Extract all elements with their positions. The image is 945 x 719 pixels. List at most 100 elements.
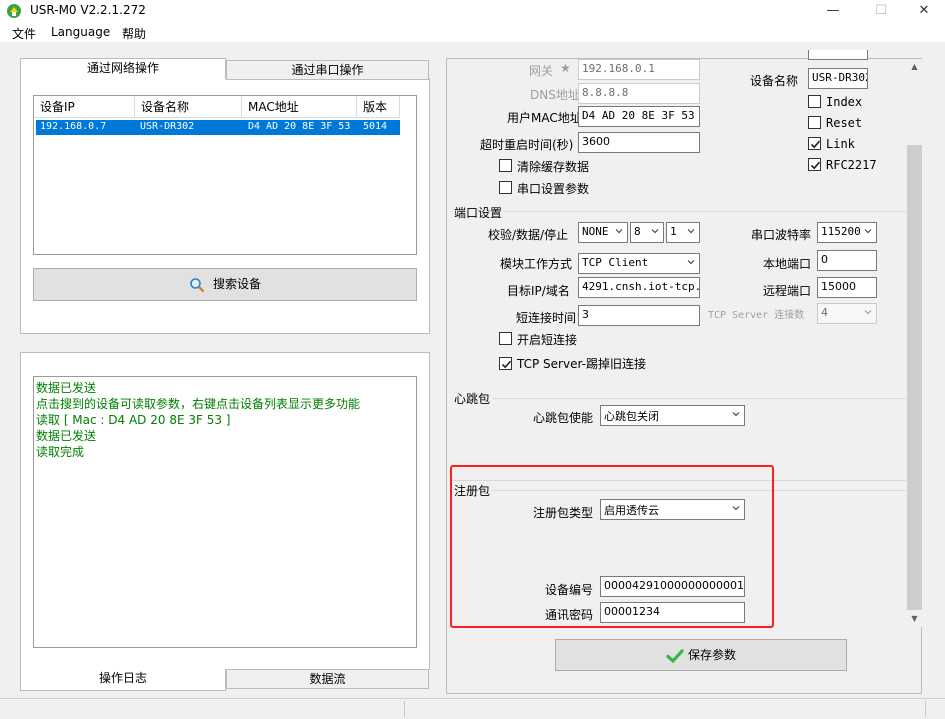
log-line: 读取完成 bbox=[36, 445, 85, 459]
status-divider bbox=[925, 701, 926, 717]
chevron-down-icon bbox=[615, 229, 623, 234]
app-logo-icon bbox=[7, 4, 21, 18]
column-header-name[interactable]: 设备名称 bbox=[135, 96, 242, 118]
status-bar bbox=[0, 698, 945, 719]
table-row[interactable]: 192.168.0.7 USR-DR302 D4 AD 20 8E 3F 53 … bbox=[36, 120, 400, 135]
chevron-down-icon bbox=[687, 260, 695, 265]
hidden-field-top bbox=[808, 50, 868, 60]
device-name-label: 设备名称 bbox=[750, 74, 799, 88]
link-checkbox[interactable] bbox=[808, 137, 821, 150]
search-icon bbox=[190, 277, 205, 292]
log-line: 读取 [ Mac : D4 AD 20 8E 3F 53 ] bbox=[36, 413, 231, 427]
search-device-button[interactable]: 搜索设备 bbox=[33, 268, 417, 301]
user-mac-label: 用户MAC地址 bbox=[507, 111, 582, 125]
heartbeat-value: 心跳包关闭 bbox=[604, 410, 659, 423]
minimize-button[interactable]: — bbox=[810, 0, 856, 22]
heartbeat-group-title: 心跳包 bbox=[452, 390, 493, 407]
save-params-label: 保存参数 bbox=[687, 648, 736, 662]
scroll-thumb[interactable] bbox=[907, 145, 922, 610]
tab-operation-log[interactable]: 操作日志 bbox=[20, 669, 226, 691]
menu-file[interactable]: 文件 bbox=[12, 25, 36, 42]
device-name-field[interactable]: USR-DR302 bbox=[808, 68, 868, 89]
chevron-down-icon bbox=[864, 310, 872, 315]
baud-label: 串口波特率 bbox=[751, 228, 812, 242]
menu-help[interactable]: 帮助 bbox=[122, 25, 146, 42]
rfc2217-label: RFC2217 bbox=[826, 158, 877, 172]
reset-label: Reset bbox=[826, 116, 863, 130]
log-line: 数据已发送 bbox=[36, 381, 97, 395]
databits-select[interactable]: 8 bbox=[630, 222, 664, 243]
target-label: 目标IP/域名 bbox=[507, 284, 570, 298]
close-button[interactable]: ✕ bbox=[901, 0, 945, 22]
maximize-button[interactable]: ☐ bbox=[858, 0, 904, 22]
check-icon bbox=[810, 161, 821, 170]
server-conn-select[interactable]: 4 bbox=[817, 303, 877, 324]
clear-cache-label: 清除缓存数据 bbox=[517, 160, 590, 174]
target-field[interactable]: 4291.cnsh.iot-tcp.c bbox=[578, 277, 700, 298]
enable-short-label: 开启短连接 bbox=[517, 333, 578, 347]
device-name: USR-DR302 bbox=[140, 121, 195, 132]
gateway-field[interactable]: 192.168.0.1 bbox=[578, 59, 700, 80]
local-port-label: 本地端口 bbox=[763, 257, 812, 271]
column-header-version[interactable]: 版本 bbox=[357, 96, 400, 118]
serial-params-checkbox[interactable] bbox=[499, 181, 512, 194]
local-port-field[interactable]: 0 bbox=[817, 250, 877, 271]
baud-value: 115200 bbox=[821, 225, 861, 238]
log-line: 数据已发送 bbox=[36, 429, 97, 443]
mode-value: TCP Client bbox=[582, 256, 649, 269]
index-checkbox[interactable] bbox=[808, 95, 821, 108]
port-group-title: 端口设置 bbox=[452, 204, 505, 221]
chevron-down-icon bbox=[732, 412, 740, 417]
rfc2217-checkbox[interactable] bbox=[808, 158, 821, 171]
window-title: USR-M0 V2.2.1.272 bbox=[30, 3, 146, 17]
search-device-label: 搜索设备 bbox=[212, 277, 261, 291]
log-output[interactable]: 数据已发送 点击搜到的设备可读取参数，右键点击设备列表显示更多功能 读取 [ M… bbox=[33, 376, 417, 648]
status-divider bbox=[404, 701, 405, 717]
timeout-label: 超时重启时间(秒) bbox=[480, 138, 574, 152]
dns-field[interactable]: 8.8.8.8 bbox=[578, 83, 700, 104]
parity-select[interactable]: NONE bbox=[578, 222, 628, 243]
databits-value: 8 bbox=[634, 225, 641, 238]
dns-label: DNS地址 bbox=[530, 88, 580, 102]
short-conn-field[interactable]: 3 bbox=[578, 305, 700, 326]
short-conn-label: 短连接时间 bbox=[516, 311, 577, 325]
tab-data-stream[interactable]: 数据流 bbox=[226, 669, 429, 689]
heartbeat-select[interactable]: 心跳包关闭 bbox=[600, 405, 745, 426]
star-icon: ★ bbox=[560, 61, 571, 75]
kick-old-checkbox[interactable] bbox=[499, 357, 512, 370]
link-label: Link bbox=[826, 137, 855, 151]
column-header-mac[interactable]: MAC地址 bbox=[242, 96, 357, 118]
stopbits-select[interactable]: 1 bbox=[666, 222, 700, 243]
tab-serial-operation[interactable]: 通过串口操作 bbox=[226, 60, 429, 80]
chevron-down-icon bbox=[864, 229, 872, 234]
gateway-label: 网关 bbox=[529, 64, 554, 78]
server-conn-value: 4 bbox=[821, 306, 828, 319]
reset-checkbox[interactable] bbox=[808, 116, 821, 129]
heartbeat-group-border bbox=[451, 398, 906, 399]
scroll-up-icon[interactable]: ▲ bbox=[907, 59, 922, 75]
menu-language[interactable]: Language bbox=[51, 25, 110, 39]
check-icon bbox=[810, 140, 821, 149]
remote-port-label: 远程端口 bbox=[763, 284, 812, 298]
user-mac-field[interactable]: D4 AD 20 8E 3F 53 bbox=[578, 106, 700, 127]
save-params-button[interactable]: 保存参数 bbox=[555, 639, 847, 671]
scroll-down-icon[interactable]: ▼ bbox=[907, 611, 922, 627]
mode-select[interactable]: TCP Client bbox=[578, 253, 700, 274]
device-ip: 192.168.0.7 bbox=[40, 121, 107, 132]
checkmark-icon bbox=[666, 648, 684, 663]
enable-short-checkbox[interactable] bbox=[499, 332, 512, 345]
timeout-field[interactable]: 3600 bbox=[578, 132, 700, 153]
highlight-annotation bbox=[450, 465, 774, 628]
chevron-down-icon bbox=[651, 229, 659, 234]
device-table: 设备IP 设备名称 MAC地址 版本 192.168.0.7 USR-DR302… bbox=[33, 95, 417, 255]
device-mac: D4 AD 20 8E 3F 53 bbox=[248, 121, 351, 132]
remote-port-field[interactable]: 15000 bbox=[817, 277, 877, 298]
column-header-ip[interactable]: 设备IP bbox=[34, 96, 135, 118]
tab-network-operation[interactable]: 通过网络操作 bbox=[20, 58, 226, 79]
baud-select[interactable]: 115200 bbox=[817, 222, 877, 243]
menu-bar: 文件 Language 帮助 bbox=[0, 22, 945, 42]
parity-value: NONE bbox=[582, 225, 609, 238]
clear-cache-checkbox[interactable] bbox=[499, 159, 512, 172]
index-label: Index bbox=[826, 95, 863, 109]
kick-old-label: TCP Server-踢掉旧连接 bbox=[517, 357, 646, 371]
